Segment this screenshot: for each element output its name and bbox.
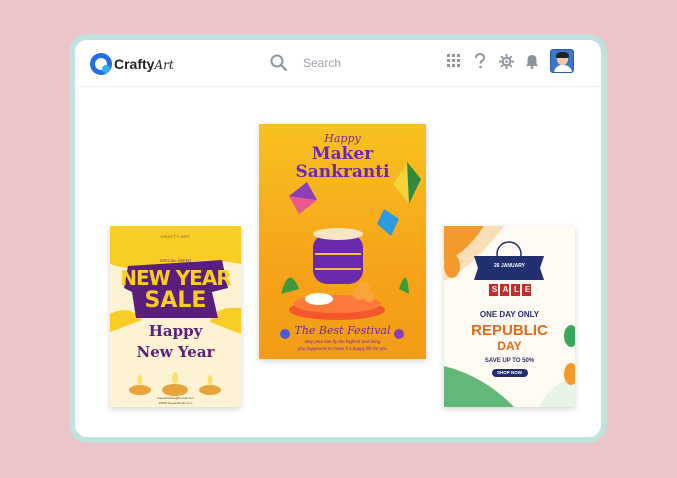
header-tools	[446, 49, 574, 73]
top-bar: CraftyArt	[74, 39, 602, 87]
day-title: DAY	[497, 339, 522, 353]
sankranti-title-main: Sankranti	[295, 162, 390, 182]
offer-text: ONE DAY ONLY	[479, 310, 540, 319]
template-card-new-year[interactable]: CRAFTY ART SPECIAL OFFER NEW YEAR SALE H…	[110, 226, 241, 407]
template-email: hopeartstudio@flomail.com	[157, 396, 194, 400]
sale-letter: E	[524, 285, 531, 294]
logo[interactable]: CraftyArt	[90, 53, 174, 75]
logo-icon	[90, 53, 112, 75]
bell-icon[interactable]	[524, 53, 540, 69]
date-banner: 26 JANUARY	[494, 263, 525, 269]
sale-letter: S	[491, 285, 498, 294]
headline-sale: SALE	[144, 288, 207, 313]
user-avatar[interactable]	[550, 49, 574, 73]
sale-letter: A	[502, 285, 509, 294]
template-brand: CRAFTY ART	[160, 234, 191, 239]
template-card-sankranti[interactable]: Happy Maker Sankranti The Best Festival …	[259, 124, 426, 359]
template-card-republic-day[interactable]: 26 JANUARY S A L E ONE DAY ONLY REPUBLIC…	[444, 226, 575, 407]
sankranti-tagline-2: you happiness to make it a happy life fo…	[297, 346, 388, 351]
sankranti-tagline-1: May your kite fly the highest and bring	[304, 339, 381, 344]
greeting-new-year: New Year	[136, 343, 215, 361]
headline-new-year: NEW YEAR	[120, 266, 231, 290]
settings-icon[interactable]	[498, 53, 514, 69]
sale-letters: S A L E	[489, 285, 533, 294]
greeting-happy: Happy	[148, 322, 203, 340]
help-icon[interactable]	[472, 53, 488, 69]
app-name: CraftyArt	[114, 56, 174, 72]
shop-now-button: SHOP NOW	[497, 370, 522, 375]
search-icon[interactable]	[269, 53, 289, 73]
discount-text: SAVE UP TO 50%	[484, 358, 535, 364]
template-website: WWW.hopeartstudio.com	[158, 401, 193, 405]
search-bar[interactable]	[269, 53, 423, 73]
search-input[interactable]	[303, 56, 423, 70]
apps-grid-icon[interactable]	[446, 53, 462, 69]
app-window: CraftyArt Search CRAFTY ART SPECIAL OFFE…	[69, 34, 607, 443]
template-tag: SPECIAL OFFER	[159, 258, 192, 263]
new-year-artwork	[110, 226, 241, 396]
sankranti-title-maker: Maker	[311, 144, 374, 164]
sankranti-subtitle: The Best Festival	[294, 324, 391, 337]
republic-title: REPUBLIC	[471, 322, 548, 339]
sale-letter: L	[514, 285, 519, 294]
